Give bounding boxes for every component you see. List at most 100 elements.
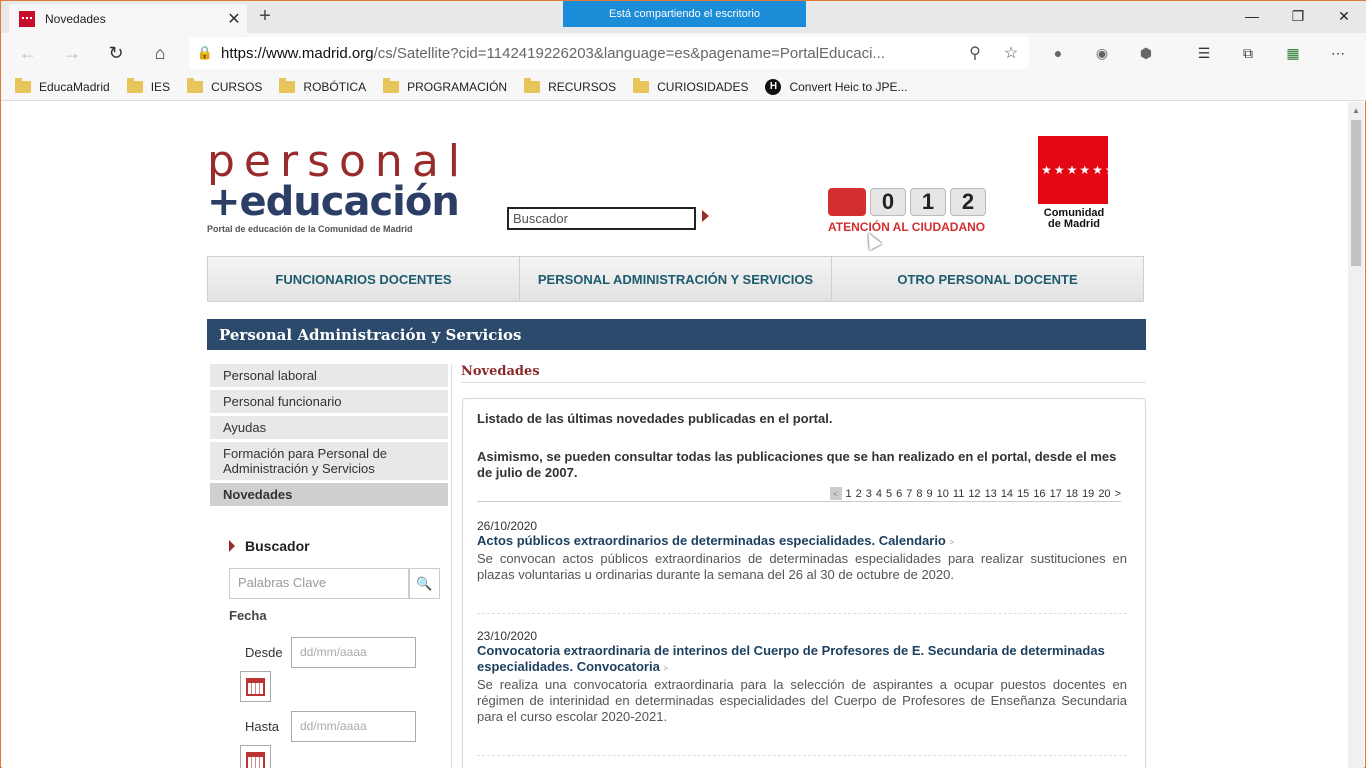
restore-button[interactable]: ❐: [1275, 1, 1321, 31]
calculator-extension-icon[interactable]: ▦: [1282, 42, 1304, 64]
minimize-button[interactable]: —: [1229, 1, 1275, 31]
bookmark-programacion[interactable]: PROGRAMACIÓN: [383, 77, 507, 94]
scroll-up-arrow-icon[interactable]: ▲: [1352, 106, 1360, 115]
logo-line1: personal: [207, 136, 470, 187]
bookmark-educamadrid[interactable]: EducaMadrid: [15, 77, 110, 94]
hasta-calendar-icon[interactable]: [240, 745, 271, 768]
desde-date-input[interactable]: dd/mm/aaaa: [291, 637, 416, 668]
page-link[interactable]: 4: [876, 488, 882, 500]
page-link[interactable]: 13: [985, 488, 997, 500]
atencion-012-badge[interactable]: 0 1 2 ATENCIÓN AL CIUDADANO: [828, 188, 990, 234]
fecha-label: Fecha: [229, 608, 267, 623]
sidebar-item-personal-funcionario[interactable]: Personal funcionario: [210, 390, 448, 414]
page-link[interactable]: 7: [906, 488, 912, 500]
page-link[interactable]: 5: [886, 488, 892, 500]
calendar-icon: [246, 751, 265, 768]
extension-circle-icon[interactable]: ●: [1047, 42, 1069, 64]
search-icon[interactable]: 🔍: [409, 568, 440, 599]
page-link[interactable]: 8: [916, 488, 922, 500]
collections-icon[interactable]: ⧉: [1237, 42, 1259, 64]
bookmark-label: CURIOSIDADES: [657, 79, 749, 94]
page-link[interactable]: 17: [1050, 488, 1062, 500]
page-link[interactable]: 3: [866, 488, 872, 500]
page-link[interactable]: 10: [937, 488, 949, 500]
site-logo[interactable]: personal +educación Portal de educación …: [207, 136, 470, 235]
page-link[interactable]: 16: [1033, 488, 1045, 500]
intro-text-2: Asimismo, se pueden consultar todas las …: [477, 449, 1117, 480]
bookmark-label: RECURSOS: [548, 79, 617, 94]
bookmark-ies[interactable]: IES: [126, 77, 170, 94]
bookmark-convert-heic[interactable]: H Convert Heic to JPE...: [765, 78, 908, 95]
page-link[interactable]: 15: [1017, 488, 1029, 500]
sidebar-item-formacion[interactable]: Formación para Personal de Administració…: [210, 442, 448, 481]
scrollbar-thumb[interactable]: [1351, 120, 1361, 266]
new-tab-button[interactable]: +: [253, 5, 277, 28]
cm-name-line2: de Madrid: [1048, 218, 1100, 230]
badge-caption: ATENCIÓN AL CIUDADANO: [828, 220, 986, 234]
news-date: 23/10/2020: [477, 629, 538, 643]
page-link[interactable]: 14: [1001, 488, 1013, 500]
refresh-button[interactable]: ↻: [101, 39, 131, 67]
url-text[interactable]: https://www.madrid.org/cs/Satellite?cid=…: [221, 45, 957, 62]
page-link[interactable]: 6: [896, 488, 902, 500]
badge-digit: 1: [910, 188, 946, 216]
url-path: /cs/Satellite?cid=1142419226203&language…: [373, 44, 885, 62]
sidebar-search-title: Buscador: [245, 538, 310, 554]
folder-icon: [15, 77, 31, 93]
news-container: Listado de las últimas novedades publica…: [462, 398, 1146, 768]
more-options-icon[interactable]: ⋯: [1327, 42, 1349, 64]
zoom-icon[interactable]: ⚲: [957, 43, 993, 63]
page-link[interactable]: 19: [1082, 488, 1094, 500]
page-link[interactable]: 9: [927, 488, 933, 500]
page-link[interactable]: 11: [953, 488, 964, 500]
madrid-flag-icon: ★★★★★★★: [1028, 136, 1116, 204]
favorites-list-icon[interactable]: ☰: [1193, 42, 1215, 64]
prev-page-button[interactable]: <: [829, 487, 842, 500]
lock-icon[interactable]: 🔒: [189, 45, 221, 61]
sidebar-item-novedades[interactable]: Novedades: [210, 483, 448, 507]
address-bar[interactable]: 🔒 https://www.madrid.org/cs/Satellite?ci…: [189, 37, 1029, 69]
next-page-button[interactable]: >: [1115, 488, 1121, 500]
comunidad-madrid-logo[interactable]: ★★★★★★★ Comunidad de Madrid: [1028, 136, 1116, 230]
page-link[interactable]: 18: [1066, 488, 1078, 500]
news-date: 26/10/2020: [477, 519, 538, 533]
keywords-input[interactable]: Palabras Clave: [229, 568, 409, 599]
news-title-link[interactable]: Actos públicos extraordinarios de determ…: [477, 533, 1127, 551]
page-link[interactable]: 1: [846, 488, 852, 500]
browser-tab-bar: Novedades ✕ + Está compartiendo el escri…: [1, 1, 1366, 33]
badge-digit: 2: [950, 188, 986, 216]
header-search-input[interactable]: Buscador: [507, 207, 696, 230]
favorite-star-icon[interactable]: ☆: [993, 43, 1029, 63]
news-divider: [477, 755, 1127, 756]
stars-red-tile: [828, 188, 866, 216]
logo-tagline: Portal de educación de la Comunidad de M…: [207, 224, 413, 234]
close-window-button[interactable]: ✕: [1321, 1, 1366, 31]
news-title-link[interactable]: Convocatoria extraordinaria de interinos…: [477, 643, 1127, 677]
hasta-date-input[interactable]: dd/mm/aaaa: [291, 711, 416, 742]
bookmark-curiosidades[interactable]: CURIOSIDADES: [633, 77, 749, 94]
browser-tab[interactable]: Novedades ✕: [9, 4, 247, 33]
extension-ring-icon[interactable]: ◉: [1091, 42, 1113, 64]
calendar-icon: [246, 677, 265, 696]
bookmark-recursos[interactable]: RECURSOS: [524, 77, 617, 94]
header-search-arrow-icon[interactable]: [702, 210, 709, 222]
sidebar-item-ayudas[interactable]: Ayudas: [210, 416, 448, 440]
extension-shield-icon[interactable]: ⬢: [1135, 42, 1157, 64]
forward-button[interactable]: →: [57, 39, 87, 67]
bookmark-cursos[interactable]: CURSOS: [187, 77, 262, 94]
bookmark-robotica[interactable]: ROBÓTICA: [279, 77, 366, 94]
page-scrollbar[interactable]: ▲: [1348, 102, 1364, 768]
sidebar-item-personal-laboral[interactable]: Personal laboral: [210, 364, 448, 388]
close-tab-icon[interactable]: ✕: [221, 9, 247, 29]
page-link[interactable]: 12: [968, 488, 980, 500]
nav-personal-administracion[interactable]: PERSONAL ADMINISTRACIÓN Y SERVICIOS: [520, 257, 832, 301]
page-link[interactable]: 2: [856, 488, 862, 500]
nav-funcionarios-docentes[interactable]: FUNCIONARIOS DOCENTES: [208, 257, 520, 301]
back-button[interactable]: ←: [13, 39, 43, 67]
desde-calendar-icon[interactable]: [240, 671, 271, 702]
page-link[interactable]: 20: [1098, 488, 1110, 500]
screen-sharing-banner[interactable]: Está compartiendo el escritorio: [563, 1, 806, 27]
home-button[interactable]: ⌂: [145, 39, 175, 67]
news-description: Se realiza una convocatoria extraordinar…: [477, 677, 1127, 724]
nav-otro-personal-docente[interactable]: OTRO PERSONAL DOCENTE: [832, 257, 1143, 301]
